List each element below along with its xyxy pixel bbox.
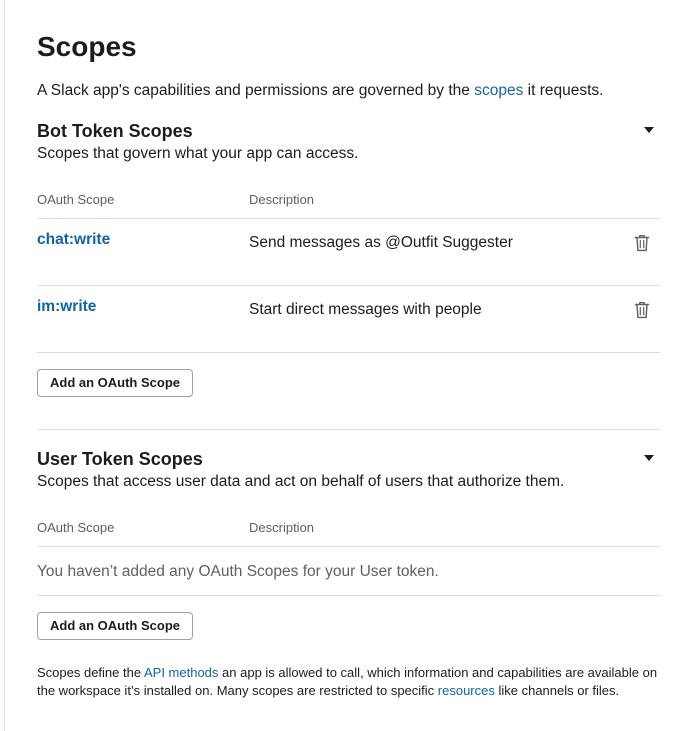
divider	[37, 595, 660, 596]
user-col-header-scope: OAuth Scope	[37, 520, 115, 535]
add-user-oauth-scope-button[interactable]: Add an OAuth Scope	[37, 612, 193, 640]
footer-text: Scopes define the	[37, 665, 144, 680]
bot-token-scopes-section: Bot Token Scopes Scopes that govern what…	[37, 119, 660, 399]
caret-down-icon[interactable]	[644, 455, 654, 461]
divider	[37, 352, 660, 353]
add-bot-oauth-scope-button[interactable]: Add an OAuth Scope	[37, 369, 193, 397]
empty-scopes-message: You haven’t added any OAuth Scopes for y…	[37, 563, 439, 580]
user-section-title: User Token Scopes	[37, 449, 203, 469]
scope-description: Send messages as @Outfit Suggester	[249, 234, 513, 251]
panel-left-border	[4, 0, 5, 731]
user-col-header-description: Description	[249, 520, 315, 535]
trash-icon[interactable]	[634, 234, 650, 252]
divider	[37, 285, 660, 286]
intro-text-end: it requests.	[523, 82, 604, 99]
intro-text: A Slack app's capabilities and permissio…	[37, 80, 603, 102]
section-divider	[37, 429, 660, 430]
user-section-description: Scopes that access user data and act on …	[37, 473, 565, 490]
footer-text: like channels or files.	[494, 683, 620, 698]
bot-section-title: Bot Token Scopes	[37, 121, 193, 141]
scope-link-im-write[interactable]: im:write	[37, 296, 96, 318]
scopes-link[interactable]: scopes	[474, 82, 523, 99]
scope-link-chat-write[interactable]: chat:write	[37, 229, 110, 251]
scope-description: Start direct messages with people	[249, 301, 482, 318]
scopes-footer-note: Scopes define the API methods an app is …	[37, 664, 660, 700]
resources-link[interactable]: resources	[438, 683, 495, 698]
user-token-scopes-section: User Token Scopes Scopes that access use…	[37, 447, 660, 647]
page-title: Scopes	[37, 31, 137, 62]
divider	[37, 546, 660, 547]
bot-col-header-description: Description	[249, 192, 315, 207]
bot-col-header-scope: OAuth Scope	[37, 192, 115, 207]
intro-text-start: A Slack app's capabilities and permissio…	[37, 82, 475, 99]
api-methods-link[interactable]: API methods	[144, 665, 218, 680]
divider	[37, 218, 660, 219]
trash-icon[interactable]	[634, 301, 650, 319]
caret-down-icon[interactable]	[644, 127, 654, 133]
bot-section-description: Scopes that govern what your app can acc…	[37, 145, 359, 162]
